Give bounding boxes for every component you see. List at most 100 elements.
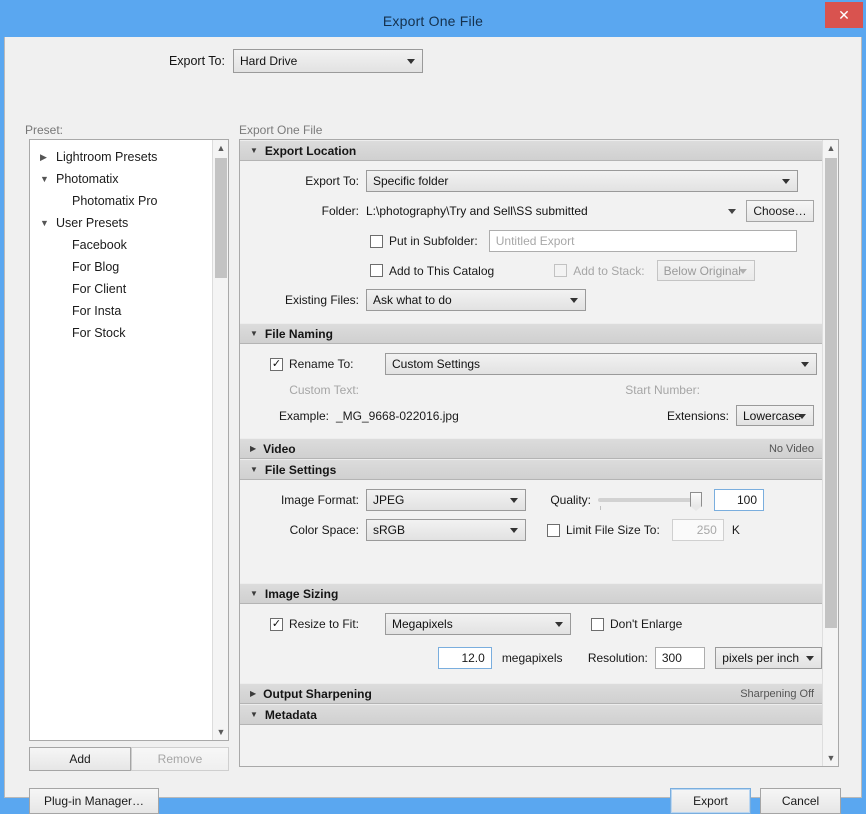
export-to-select[interactable]: Hard Drive	[233, 49, 423, 73]
subfolder-name-input[interactable]: Untitled Export	[489, 230, 797, 252]
existing-files-select[interactable]: Ask what to do	[366, 289, 586, 311]
scroll-up-icon[interactable]: ▲	[823, 140, 839, 156]
folder-history-chevron-down-icon[interactable]	[728, 209, 736, 214]
section-header-output-sharpening[interactable]: Output Sharpening Sharpening Off	[240, 683, 822, 704]
add-to-this-catalog-checkbox[interactable]	[370, 264, 383, 277]
scroll-up-icon[interactable]: ▲	[213, 140, 229, 156]
quality-slider[interactable]	[598, 491, 702, 509]
plugin-manager-button[interactable]: Plug-in Manager…	[29, 788, 159, 814]
preset-item-for-insta[interactable]: For Insta	[30, 300, 228, 322]
add-to-stack-label: Add to Stack:	[573, 264, 644, 278]
resize-to-fit-row: ✓ Resize to Fit: Megapixels Don't Enlarg…	[240, 613, 822, 635]
choose-folder-button[interactable]: Choose…	[746, 200, 814, 222]
image-format-select[interactable]: JPEG	[366, 489, 526, 511]
title-bar: Export One File ✕	[4, 4, 862, 37]
color-space-select[interactable]: sRGB	[366, 519, 526, 541]
section-body-export-location: Export To: Specific folder Folder: L:\ph…	[240, 161, 822, 323]
chevron-down-icon[interactable]	[250, 465, 258, 474]
limit-file-size-checkbox[interactable]	[547, 524, 560, 537]
megapixels-input[interactable]: 12.0	[438, 647, 492, 669]
limit-file-size-label: Limit File Size To:	[566, 523, 660, 537]
example-label: Example:	[240, 409, 336, 423]
limit-file-size-input[interactable]: 250	[672, 519, 724, 541]
export-to-folder-select[interactable]: Specific folder	[366, 170, 798, 192]
section-body-file-naming: ✓ Rename To: Custom Settings Custom Text…	[240, 344, 822, 438]
preset-item-label: For Blog	[72, 260, 119, 274]
section-header-image-sizing[interactable]: Image Sizing	[240, 583, 822, 604]
preset-item-facebook[interactable]: Facebook	[30, 234, 228, 256]
preset-item-for-blog[interactable]: For Blog	[30, 256, 228, 278]
section-title: Output Sharpening	[263, 687, 372, 701]
preset-list-panel: Lightroom Presets Photomatix Photomatix …	[29, 139, 229, 741]
preset-scrollbar[interactable]: ▲ ▼	[212, 140, 228, 740]
rename-to-value: Custom Settings	[392, 357, 480, 371]
preset-item-lightroom-presets[interactable]: Lightroom Presets	[30, 146, 228, 168]
rename-to-checkbox[interactable]: ✓	[270, 358, 283, 371]
section-header-file-naming[interactable]: File Naming	[240, 323, 822, 344]
settings-scrollbar[interactable]: ▲ ▼	[822, 140, 838, 766]
extensions-label: Extensions:	[667, 409, 736, 423]
section-header-video[interactable]: Video No Video	[240, 438, 822, 459]
chevron-right-icon[interactable]	[40, 152, 56, 163]
chevron-right-icon[interactable]	[250, 689, 256, 698]
add-to-stack-checkbox	[554, 264, 567, 277]
put-in-subfolder-row: Put in Subfolder: Untitled Export	[240, 230, 822, 252]
preset-item-photomatix-pro[interactable]: Photomatix Pro	[30, 190, 228, 212]
dont-enlarge-checkbox[interactable]	[591, 618, 604, 631]
megapixels-unit-label: megapixels	[502, 651, 563, 665]
quality-label: Quality:	[526, 493, 598, 507]
quality-slider-track[interactable]	[598, 498, 702, 502]
preset-item-label: Facebook	[72, 238, 127, 252]
section-header-export-location[interactable]: Export Location	[240, 140, 822, 161]
add-preset-button[interactable]: Add	[29, 747, 131, 771]
rename-to-select[interactable]: Custom Settings	[385, 353, 817, 375]
preset-item-label: User Presets	[56, 216, 128, 230]
cancel-button[interactable]: Cancel	[760, 788, 841, 814]
export-to-value: Hard Drive	[240, 54, 297, 68]
chevron-down-icon[interactable]	[40, 174, 56, 184]
preset-scrollbar-thumb[interactable]	[215, 158, 227, 278]
example-row: Example: _MG_9668-022016.jpg Extensions:…	[240, 405, 822, 426]
dont-enlarge-label: Don't Enlarge	[610, 617, 682, 631]
image-format-row: Image Format: JPEG Quality: 100	[240, 489, 822, 511]
preset-item-label: For Client	[72, 282, 126, 296]
preset-item-photomatix[interactable]: Photomatix	[30, 168, 228, 190]
resolution-unit-select[interactable]: pixels per inch	[715, 647, 822, 669]
section-body-file-settings: Image Format: JPEG Quality: 100	[240, 480, 822, 583]
chevron-down-icon[interactable]	[250, 589, 258, 598]
export-settings-scroll-content: Export Location Export To: Specific fold…	[240, 140, 822, 766]
resize-to-fit-checkbox[interactable]: ✓	[270, 618, 283, 631]
chevron-down-icon[interactable]	[250, 146, 258, 155]
image-format-value: JPEG	[373, 493, 404, 507]
resize-to-fit-label: Resize to Fit:	[289, 617, 371, 631]
preset-item-user-presets[interactable]: User Presets	[30, 212, 228, 234]
export-button[interactable]: Export	[670, 788, 751, 814]
chevron-down-icon[interactable]	[250, 329, 258, 338]
resolution-input[interactable]: 300	[655, 647, 705, 669]
chevron-down-icon[interactable]	[250, 710, 258, 719]
remove-preset-button: Remove	[131, 747, 229, 771]
rename-to-label: Rename To:	[289, 357, 371, 371]
folder-path-value: L:\photography\Try and Sell\SS submitted	[366, 204, 588, 218]
section-header-file-settings[interactable]: File Settings	[240, 459, 822, 480]
preset-item-for-client[interactable]: For Client	[30, 278, 228, 300]
resolution-unit-value: pixels per inch	[722, 651, 799, 665]
settings-scrollbar-thumb[interactable]	[825, 158, 837, 628]
scroll-down-icon[interactable]: ▼	[823, 750, 839, 766]
export-location-target-row: Export To: Specific folder	[240, 170, 822, 192]
dimensions-row: 12.0 megapixels Resolution: 300 pixels p…	[240, 647, 822, 669]
chevron-down-icon[interactable]	[40, 218, 56, 228]
existing-files-label: Existing Files:	[240, 293, 366, 307]
quality-value-input[interactable]: 100	[714, 489, 764, 511]
extensions-select[interactable]: Lowercase	[736, 405, 814, 426]
scroll-down-icon[interactable]: ▼	[213, 724, 229, 740]
put-in-subfolder-checkbox[interactable]	[370, 235, 383, 248]
preset-item-for-stock[interactable]: For Stock	[30, 322, 228, 344]
export-dialog-window: Export One File ✕ Export To: Hard Drive …	[0, 0, 866, 802]
quality-slider-handle[interactable]	[690, 492, 702, 507]
close-icon[interactable]: ✕	[825, 2, 863, 28]
chevron-right-icon[interactable]	[250, 444, 256, 453]
resize-to-fit-select[interactable]: Megapixels	[385, 613, 571, 635]
section-header-metadata[interactable]: Metadata	[240, 704, 822, 725]
limit-file-size-unit: K	[732, 523, 740, 537]
